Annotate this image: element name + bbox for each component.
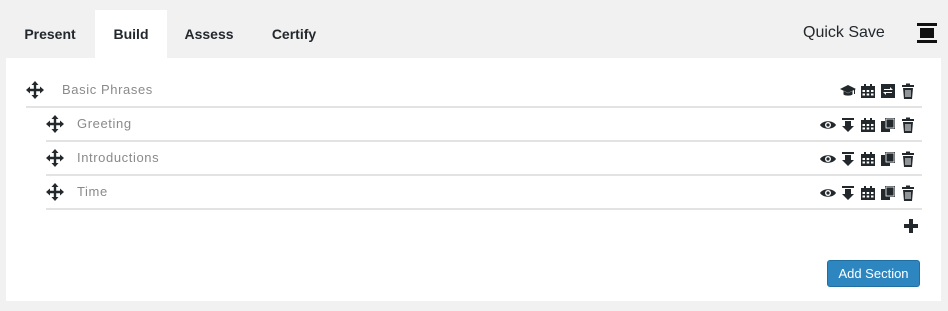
quick-save-button[interactable]: Quick Save — [803, 24, 885, 42]
lesson-title[interactable]: Time — [77, 184, 108, 199]
copy-icon[interactable] — [880, 151, 896, 167]
eye-icon[interactable] — [820, 117, 836, 133]
trash-icon[interactable] — [900, 185, 916, 201]
section-row: Basic Phrases — [26, 74, 922, 108]
lesson-title[interactable]: Greeting — [77, 116, 132, 131]
lesson-actions — [820, 117, 916, 133]
trash-icon[interactable] — [900, 117, 916, 133]
graduation-cap-icon[interactable] — [840, 83, 856, 99]
copy-icon[interactable] — [880, 185, 896, 201]
lesson-actions — [820, 185, 916, 201]
move-icon[interactable] — [46, 149, 64, 167]
move-icon[interactable] — [46, 183, 64, 201]
calendar-icon[interactable] — [860, 117, 876, 133]
toggle-menu-icon[interactable] — [916, 22, 938, 44]
lesson-row: Greeting — [46, 108, 922, 142]
lesson-title[interactable]: Introductions — [77, 150, 159, 165]
calendar-icon[interactable] — [860, 185, 876, 201]
section-title[interactable]: Basic Phrases — [62, 82, 153, 97]
calendar-icon[interactable] — [860, 151, 876, 167]
add-section-button[interactable]: Add Section — [827, 260, 920, 287]
download-icon[interactable] — [840, 151, 856, 167]
swap-icon[interactable] — [880, 83, 896, 99]
lesson-row: Introductions — [46, 142, 922, 176]
lesson-row: Time — [46, 176, 922, 210]
eye-icon[interactable] — [820, 185, 836, 201]
tab-build[interactable]: Build — [95, 10, 167, 58]
trash-icon[interactable] — [900, 151, 916, 167]
lesson-actions — [820, 151, 916, 167]
tab-assess[interactable]: Assess — [174, 10, 244, 58]
move-icon[interactable] — [26, 81, 44, 99]
trash-icon[interactable] — [900, 83, 916, 99]
download-icon[interactable] — [840, 117, 856, 133]
move-icon[interactable] — [46, 115, 64, 133]
calendar-icon[interactable] — [860, 83, 876, 99]
section-actions — [840, 83, 916, 99]
tab-present[interactable]: Present — [12, 10, 88, 58]
tab-bar: Present Build Assess Certify Quick Save — [0, 0, 948, 58]
plus-icon[interactable] — [902, 217, 920, 235]
curriculum-panel: Basic Phrases Greeting Introductions Tim… — [6, 58, 941, 301]
download-icon[interactable] — [840, 185, 856, 201]
tab-certify[interactable]: Certify — [258, 10, 330, 58]
copy-icon[interactable] — [880, 117, 896, 133]
eye-icon[interactable] — [820, 151, 836, 167]
